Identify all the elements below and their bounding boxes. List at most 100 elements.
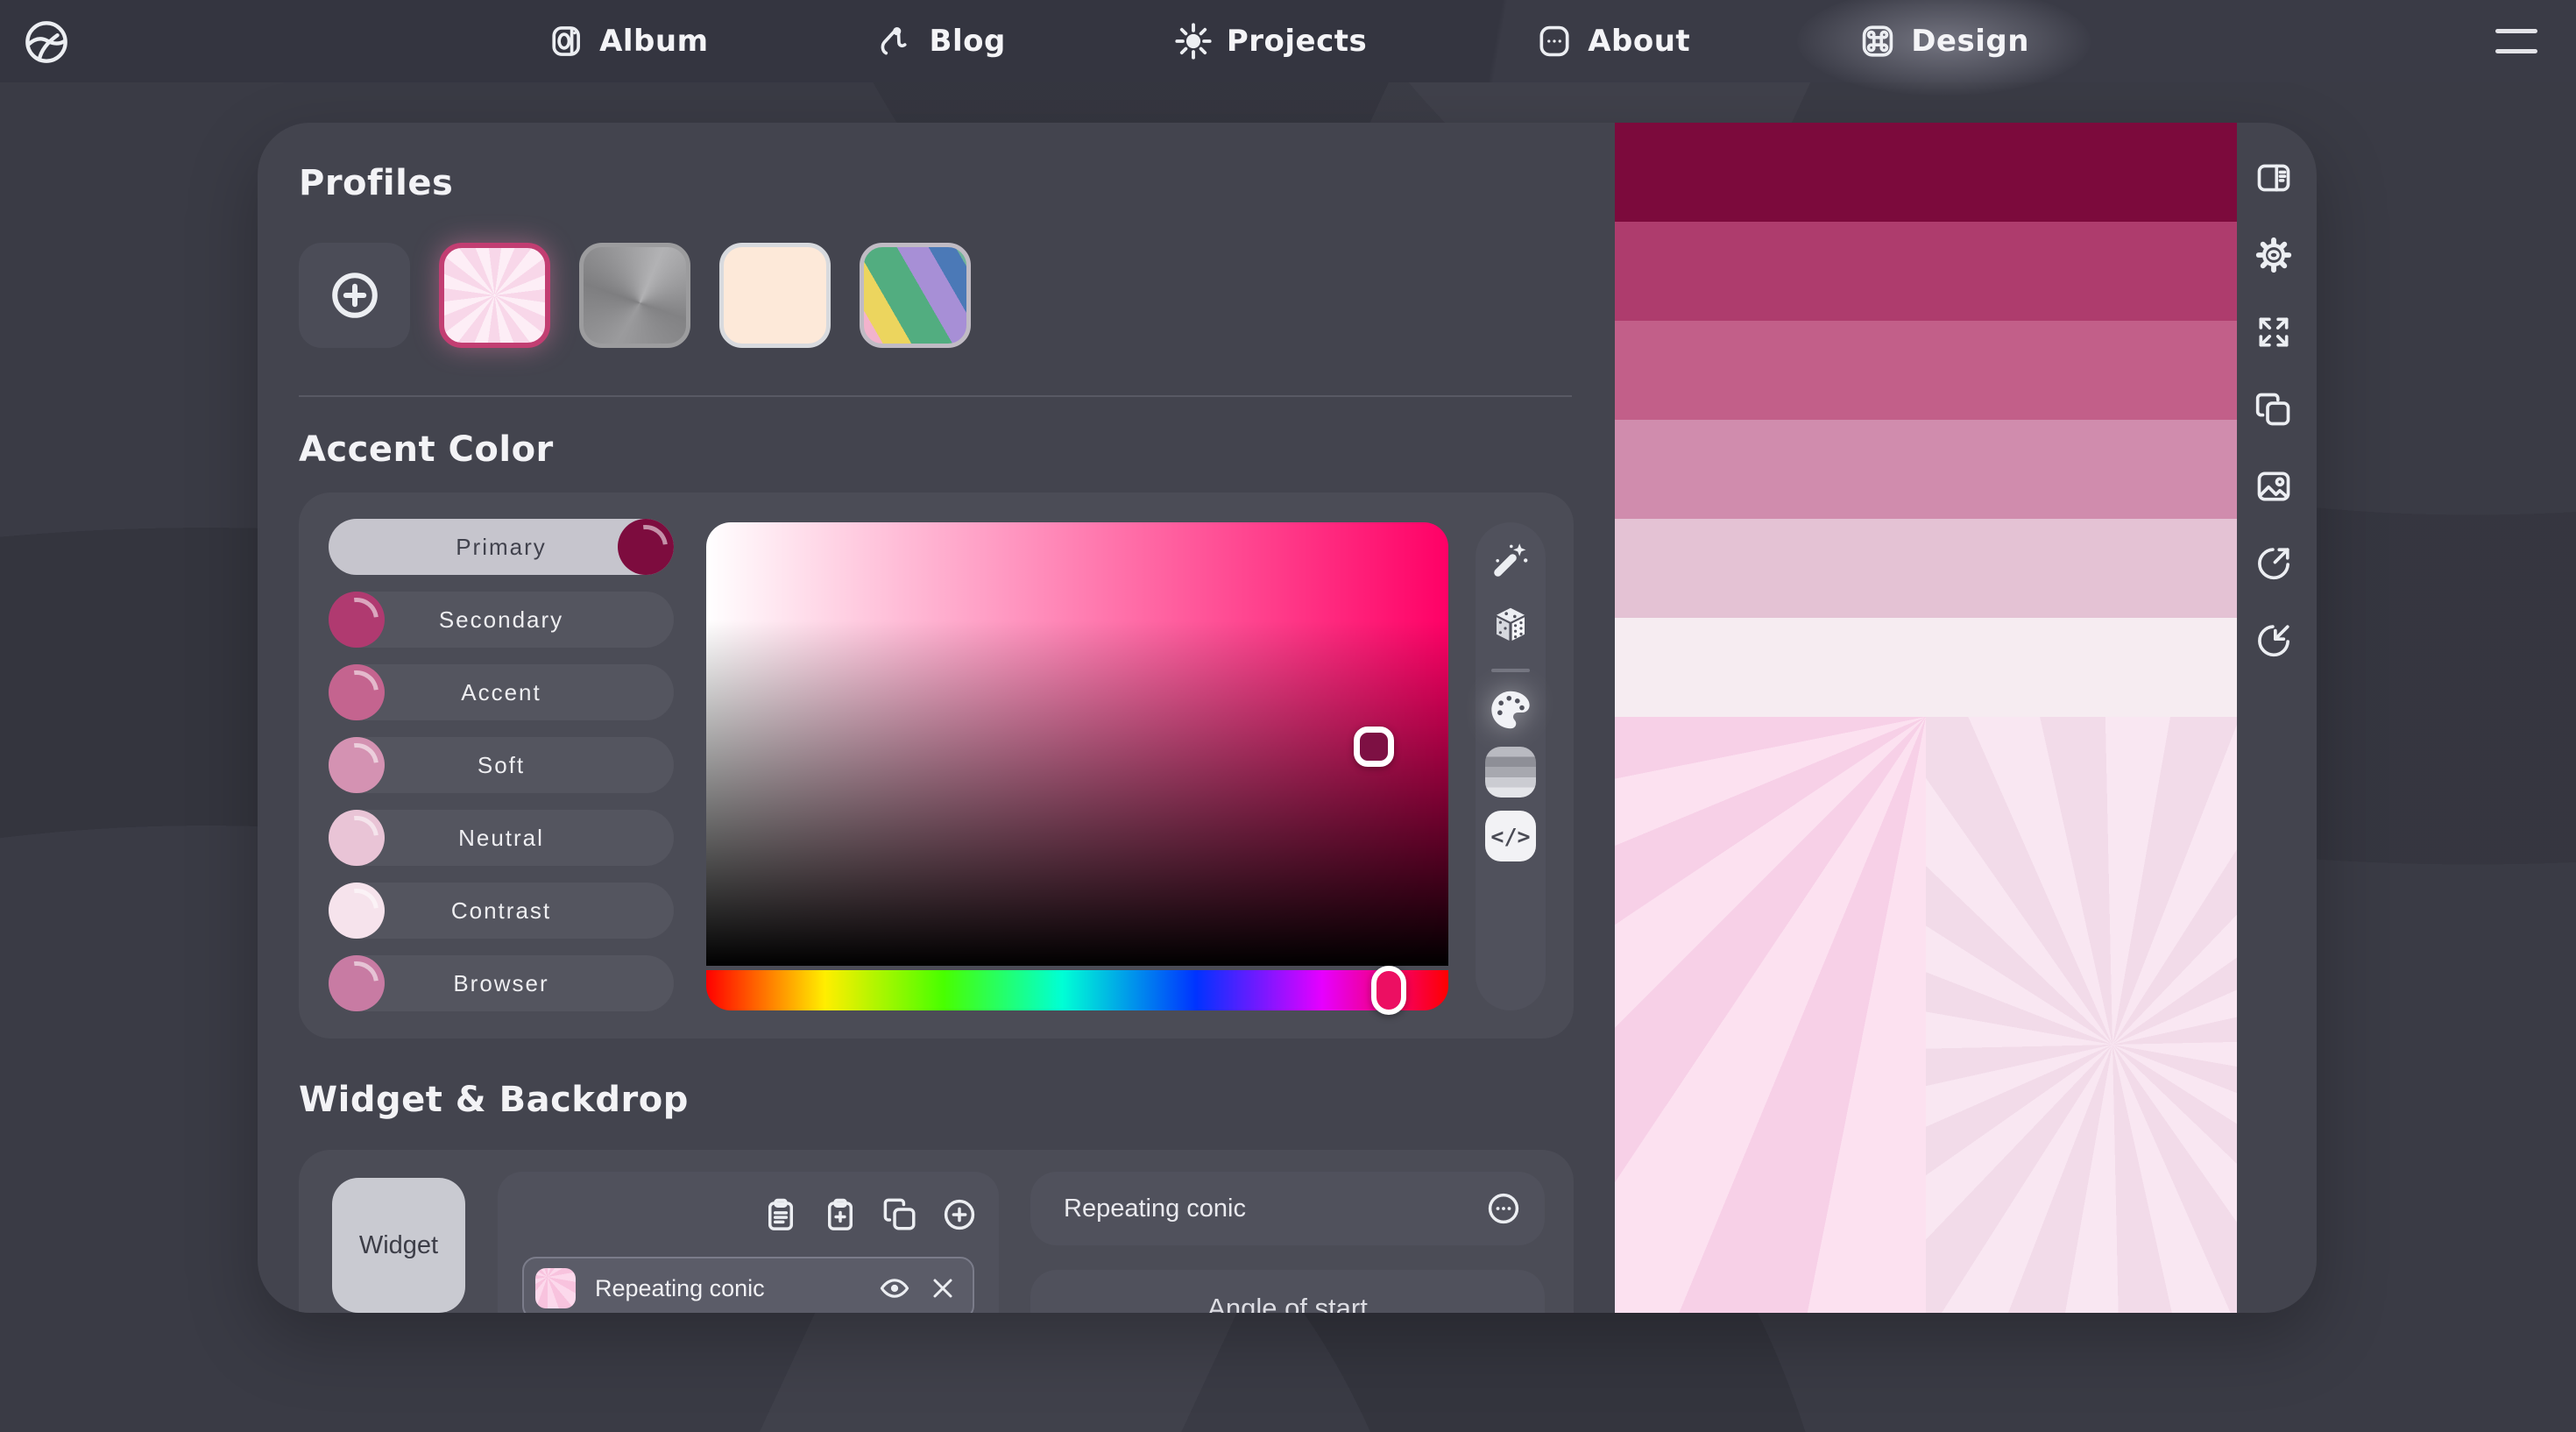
widget-preview-card: Widget (332, 1178, 465, 1313)
layer-actions (878, 1272, 959, 1305)
palette-stripe (1615, 420, 2237, 519)
import-icon[interactable] (2254, 621, 2293, 660)
layers-toolbar (762, 1196, 978, 1233)
backdrop-preview-widget-burst (1615, 717, 1926, 1313)
angle-of-start-panel: Angle of start (1030, 1270, 1545, 1313)
eye-icon[interactable] (878, 1272, 911, 1305)
hamburger-icon (2495, 49, 2537, 53)
palette-preview (1615, 123, 2237, 1313)
nav-label: Blog (930, 24, 1006, 59)
duplicate-icon[interactable] (881, 1196, 918, 1233)
accent-color-panel: Primary Secondary Accent Soft Neutral Co… (299, 493, 1574, 1039)
palette-stripe (1615, 618, 2237, 717)
role-pill-secondary[interactable]: Secondary (329, 592, 674, 648)
layers-panel: Repeating conic (498, 1172, 999, 1313)
role-pill-primary[interactable]: Primary (329, 519, 674, 575)
palette-stripe (1615, 321, 2237, 420)
role-label: Secondary (439, 606, 563, 634)
close-icon[interactable] (927, 1272, 959, 1304)
color-role-list: Primary Secondary Accent Soft Neutral Co… (329, 519, 674, 1011)
palette-icon[interactable] (1488, 687, 1533, 733)
color-swatch (329, 810, 385, 866)
nav-item-album[interactable]: Album (547, 22, 708, 60)
backdrop-preview-starburst (1926, 717, 2237, 1313)
rail-divider (1491, 669, 1530, 672)
role-pill-neutral[interactable]: Neutral (329, 810, 674, 866)
dice-icon[interactable] (1490, 604, 1532, 646)
design-settings-card: Profiles Accent Color Primary Secondary (258, 123, 2317, 1313)
profile-swatch-peach[interactable] (719, 243, 831, 348)
profiles-row (299, 243, 971, 348)
backdrop-type-select[interactable]: Repeating conic (1030, 1172, 1545, 1245)
copy-icon[interactable] (2254, 390, 2293, 429)
section-divider (299, 395, 1572, 397)
role-label: Neutral (458, 825, 544, 852)
add-profile-button[interactable] (299, 243, 410, 348)
role-label: Contrast (451, 897, 551, 925)
nav-label: About (1588, 24, 1690, 59)
layer-row[interactable]: Repeating conic (522, 1257, 974, 1313)
nav-item-blog[interactable]: Blog (877, 22, 1006, 60)
reader-panel-icon[interactable] (2254, 159, 2293, 197)
role-pill-browser[interactable]: Browser (329, 955, 674, 1011)
grayscale-swatch-icon[interactable] (1485, 747, 1536, 798)
role-label: Browser (453, 970, 548, 997)
main-nav: Album Blog (0, 0, 2576, 82)
color-swatch (329, 955, 385, 1011)
backdrop-type-value: Repeating conic (1064, 1195, 1246, 1223)
picker-tool-rail: </> (1476, 522, 1546, 1010)
hue-handle[interactable] (1371, 966, 1406, 1015)
color-swatch (329, 592, 385, 648)
command-icon (1858, 22, 1897, 60)
role-pill-contrast[interactable]: Contrast (329, 883, 674, 939)
profiles-heading: Profiles (299, 163, 453, 203)
nav-item-projects[interactable]: Projects (1174, 22, 1367, 60)
angle-of-start-label: Angle of start (1207, 1293, 1368, 1313)
scribble-icon (877, 22, 916, 60)
accent-color-heading: Accent Color (299, 429, 554, 470)
palette-stripe (1615, 519, 2237, 618)
role-label: Primary (456, 534, 547, 561)
image-icon[interactable] (2254, 467, 2293, 506)
magic-wand-icon[interactable] (1490, 539, 1532, 581)
color-swatch (329, 664, 385, 720)
role-pill-soft[interactable]: Soft (329, 737, 674, 793)
profile-swatch-pink-burst[interactable] (439, 243, 550, 348)
export-icon[interactable] (2254, 544, 2293, 583)
nav-item-about[interactable]: About (1535, 22, 1690, 60)
topbar: Album Blog (0, 0, 2576, 82)
paste-add-icon[interactable] (822, 1196, 859, 1233)
menu-button[interactable] (2495, 29, 2537, 53)
widget-label: Widget (359, 1231, 438, 1260)
profile-swatch-rainbow-stripes[interactable] (860, 243, 971, 348)
palette-stripe (1615, 123, 2237, 222)
hamburger-icon (2495, 29, 2537, 33)
role-label: Accent (461, 679, 541, 706)
side-toolbar (2254, 159, 2293, 660)
nav-label: Design (1911, 24, 2029, 59)
hue-slider[interactable] (706, 970, 1448, 1010)
role-label: Soft (478, 752, 525, 779)
color-swatch (329, 737, 385, 793)
layer-pattern-swatch (535, 1268, 576, 1308)
backdrop-preview (1615, 717, 2237, 1313)
palette-stripe (1615, 222, 2237, 321)
nav-label: Album (599, 24, 708, 59)
saturation-value-area[interactable] (706, 522, 1448, 966)
widget-backdrop-heading: Widget & Backdrop (299, 1080, 689, 1120)
layer-name: Repeating conic (595, 1275, 765, 1302)
color-picker (706, 522, 1448, 1010)
expand-icon[interactable] (2254, 313, 2293, 351)
paste-icon[interactable] (762, 1196, 799, 1233)
color-swatch (329, 883, 385, 939)
settings-gear-icon[interactable] (2254, 236, 2293, 274)
profile-swatch-gray-conic[interactable] (579, 243, 690, 348)
nav-item-design[interactable]: Design (1858, 22, 2029, 60)
saturation-handle[interactable] (1354, 727, 1394, 767)
ellipsis-circle-icon (1485, 1190, 1522, 1227)
plus-circle-icon (323, 264, 386, 327)
nav-label: Projects (1227, 24, 1367, 59)
code-icon[interactable]: </> (1485, 811, 1536, 861)
add-layer-icon[interactable] (941, 1196, 978, 1233)
role-pill-accent[interactable]: Accent (329, 664, 674, 720)
